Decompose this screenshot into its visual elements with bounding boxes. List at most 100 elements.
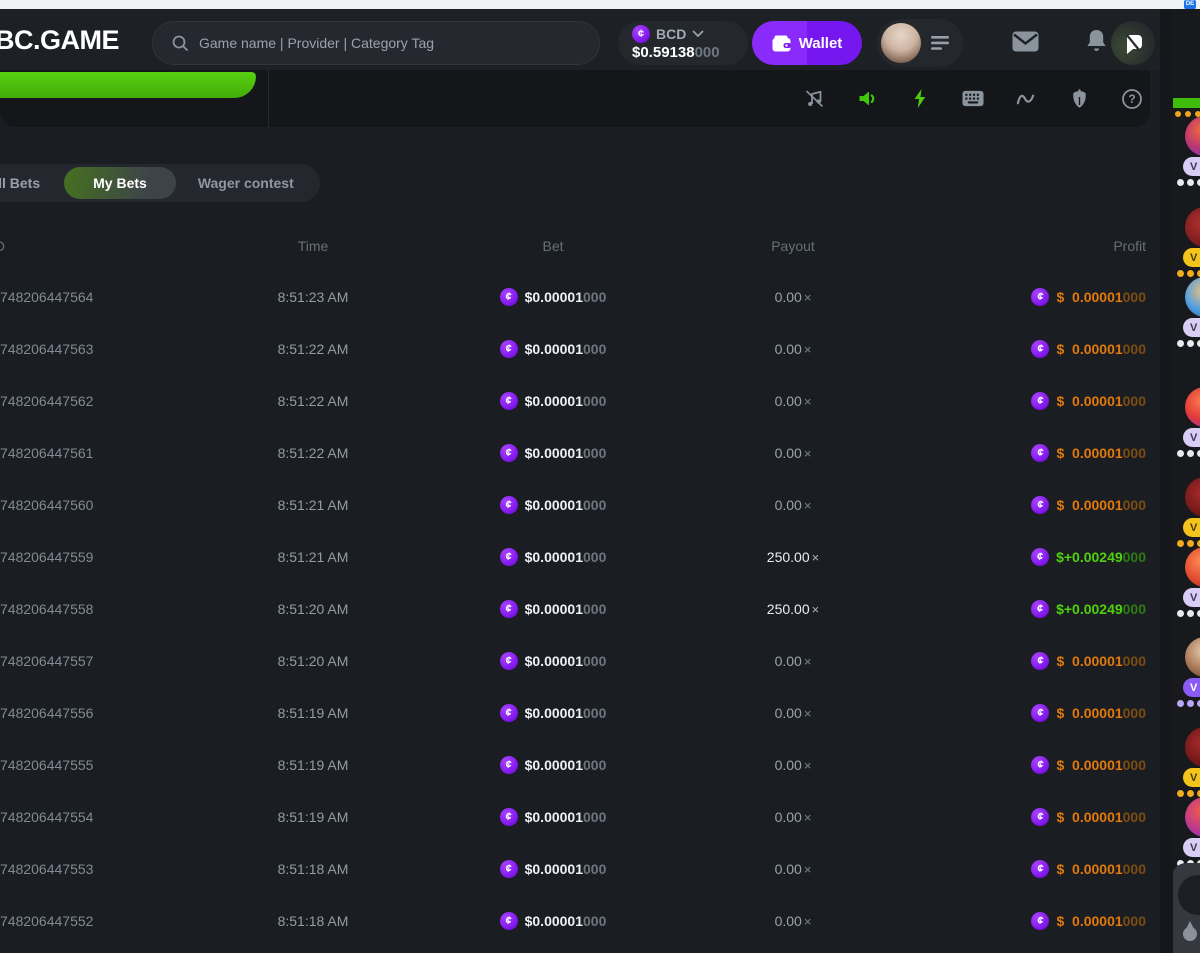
site-logo[interactable]: BC.GAME — [0, 25, 119, 56]
notifications-icon[interactable] — [1085, 29, 1108, 54]
bet-id: 748206447553 — [0, 861, 93, 877]
bet-time: 8:51:19 AM — [230, 809, 396, 825]
bcd-coin-icon: ¢ — [500, 392, 518, 410]
chat-emote-dots — [1177, 340, 1200, 347]
mail-icon[interactable] — [1012, 31, 1039, 52]
bcd-coin-icon: ¢ — [500, 912, 518, 930]
music-off-icon[interactable] — [803, 88, 825, 110]
chat-avatar[interactable] — [1185, 797, 1200, 837]
vip-badge: V — [1183, 428, 1200, 447]
chat-avatar[interactable] — [1185, 637, 1200, 677]
vip-badge: V — [1183, 157, 1200, 176]
bcd-coin-icon: ¢ — [500, 860, 518, 878]
column-header-payout: Payout — [700, 238, 886, 254]
bet-id: 748206447556 — [0, 705, 93, 721]
help-icon[interactable]: ? — [1121, 88, 1143, 110]
search-icon — [171, 34, 189, 52]
bet-time: 8:51:21 AM — [230, 549, 396, 565]
chat-bubble-slash-icon — [1121, 31, 1145, 55]
avatar[interactable] — [881, 23, 921, 63]
bet-amount: ¢ $0.00001000 — [440, 340, 666, 358]
bet-profit: ¢ $ 0.00001000 — [930, 392, 1146, 410]
chat-avatar[interactable] — [1185, 277, 1200, 317]
bet-amount: ¢ $0.00001000 — [440, 912, 666, 930]
bet-row[interactable]: 748206447560 8:51:21 AM ¢ $0.00001000 0.… — [0, 479, 1160, 531]
bet-row[interactable]: 748206447553 8:51:18 AM ¢ $0.00001000 0.… — [0, 843, 1160, 895]
chat-avatar[interactable] — [1185, 547, 1200, 587]
my-bets-table: ID Time Bet Payout Profit 748206447564 8… — [0, 225, 1160, 947]
chat-banner-dots — [1175, 111, 1200, 117]
bet-profit: ¢ $ 0.00001000 — [930, 912, 1146, 930]
bet-id: 748206447555 — [0, 757, 93, 773]
bet-row[interactable]: 748206447562 8:51:22 AM ¢ $0.00001000 0.… — [0, 375, 1160, 427]
top-header: BC.GAME Game name | Provider | Category … — [0, 9, 1162, 70]
bet-row[interactable]: 748206447561 8:51:22 AM ¢ $0.00001000 0.… — [0, 427, 1160, 479]
bet-amount: ¢ $0.00001000 — [440, 756, 666, 774]
bet-row[interactable]: 748206447559 8:51:21 AM ¢ $0.00001000 25… — [0, 531, 1160, 583]
bet-profit: ¢ $+0.00249000 — [930, 600, 1146, 618]
sound-on-icon[interactable] — [856, 88, 878, 110]
chat-avatar[interactable] — [1185, 387, 1200, 427]
bet-profit: ¢ $ 0.00001000 — [930, 860, 1146, 878]
vip-badge: V — [1183, 838, 1200, 857]
bet-row[interactable]: 748206447554 8:51:19 AM ¢ $0.00001000 0.… — [0, 791, 1160, 843]
bet-id: 748206447562 — [0, 393, 93, 409]
chat-avatar[interactable] — [1185, 207, 1200, 247]
browser-extension-badge[interactable]: DE — [1184, 0, 1196, 9]
bet-time: 8:51:21 AM — [230, 497, 396, 513]
bcd-coin-icon: ¢ — [1031, 912, 1049, 930]
bet-time: 8:51:19 AM — [230, 705, 396, 721]
trends-icon[interactable] — [1015, 88, 1037, 110]
bet-payout: 0.00× — [700, 861, 886, 877]
currency-selector[interactable]: ¢ BCD $0.59138000 — [618, 21, 748, 65]
chat-avatar[interactable] — [1185, 116, 1200, 156]
hotkeys-icon[interactable] — [962, 88, 984, 110]
chat-toggle-button[interactable] — [1111, 21, 1155, 65]
chat-bottom-button[interactable] — [1178, 875, 1200, 915]
bet-row[interactable]: 748206447557 8:51:20 AM ¢ $0.00001000 0.… — [0, 635, 1160, 687]
bcd-coin-icon: ¢ — [1031, 808, 1049, 826]
column-header-time: Time — [230, 238, 396, 254]
bet-profit: ¢ $ 0.00001000 — [930, 444, 1146, 462]
bcd-coin-icon: ¢ — [500, 288, 518, 306]
bet-amount: ¢ $0.00001000 — [440, 652, 666, 670]
bcd-coin-icon: ¢ — [1031, 652, 1049, 670]
animation-icon[interactable] — [909, 88, 931, 110]
user-menu[interactable] — [877, 19, 963, 67]
bet-row[interactable]: 748206447552 8:51:18 AM ¢ $0.00001000 0.… — [0, 895, 1160, 947]
svg-text:?: ? — [1128, 92, 1135, 106]
bet-payout: 250.00× — [700, 601, 886, 617]
bet-time: 8:51:23 AM — [230, 289, 396, 305]
search-placeholder: Game name | Provider | Category Tag — [199, 35, 434, 51]
bet-id: 748206447554 — [0, 809, 93, 825]
tab-all-bets[interactable]: All Bets — [0, 175, 64, 191]
bet-payout: 250.00× — [700, 549, 886, 565]
chat-emote-dots — [1177, 790, 1200, 797]
bet-amount: ¢ $0.00001000 — [440, 444, 666, 462]
seed-icon[interactable] — [1068, 88, 1090, 110]
chat-avatar[interactable] — [1185, 727, 1200, 767]
bet-row[interactable]: 748206447564 8:51:23 AM ¢ $0.00001000 0.… — [0, 271, 1160, 323]
bet-payout: 0.00× — [700, 653, 886, 669]
tab-wager-contest[interactable]: Wager contest — [176, 175, 310, 191]
wallet-button[interactable]: Wallet — [752, 21, 862, 65]
bcd-coin-icon: ¢ — [500, 340, 518, 358]
column-header-bet: Bet — [440, 238, 666, 254]
bet-row[interactable]: 748206447563 8:51:22 AM ¢ $0.00001000 0.… — [0, 323, 1160, 375]
bet-profit: ¢ $ 0.00001000 — [930, 756, 1146, 774]
bet-payout: 0.00× — [700, 757, 886, 773]
bet-row[interactable]: 748206447558 8:51:20 AM ¢ $0.00001000 25… — [0, 583, 1160, 635]
bet-row[interactable]: 748206447555 8:51:19 AM ¢ $0.00001000 0.… — [0, 739, 1160, 791]
table-body: 748206447564 8:51:23 AM ¢ $0.00001000 0.… — [0, 271, 1160, 947]
search-bar[interactable]: Game name | Provider | Category Tag — [152, 21, 600, 65]
tab-my-bets[interactable]: My Bets — [64, 167, 176, 199]
bet-row[interactable]: 748206447556 8:51:19 AM ¢ $0.00001000 0.… — [0, 687, 1160, 739]
bcd-coin-icon: ¢ — [1031, 548, 1049, 566]
bcd-coin-icon: ¢ — [1031, 496, 1049, 514]
chat-avatar[interactable] — [1185, 477, 1200, 517]
column-header-profit: Profit — [930, 238, 1146, 254]
currency-code: BCD — [656, 26, 686, 42]
chevron-down-icon — [692, 30, 704, 38]
vip-badge: V — [1183, 518, 1200, 537]
bet-time: 8:51:22 AM — [230, 341, 396, 357]
